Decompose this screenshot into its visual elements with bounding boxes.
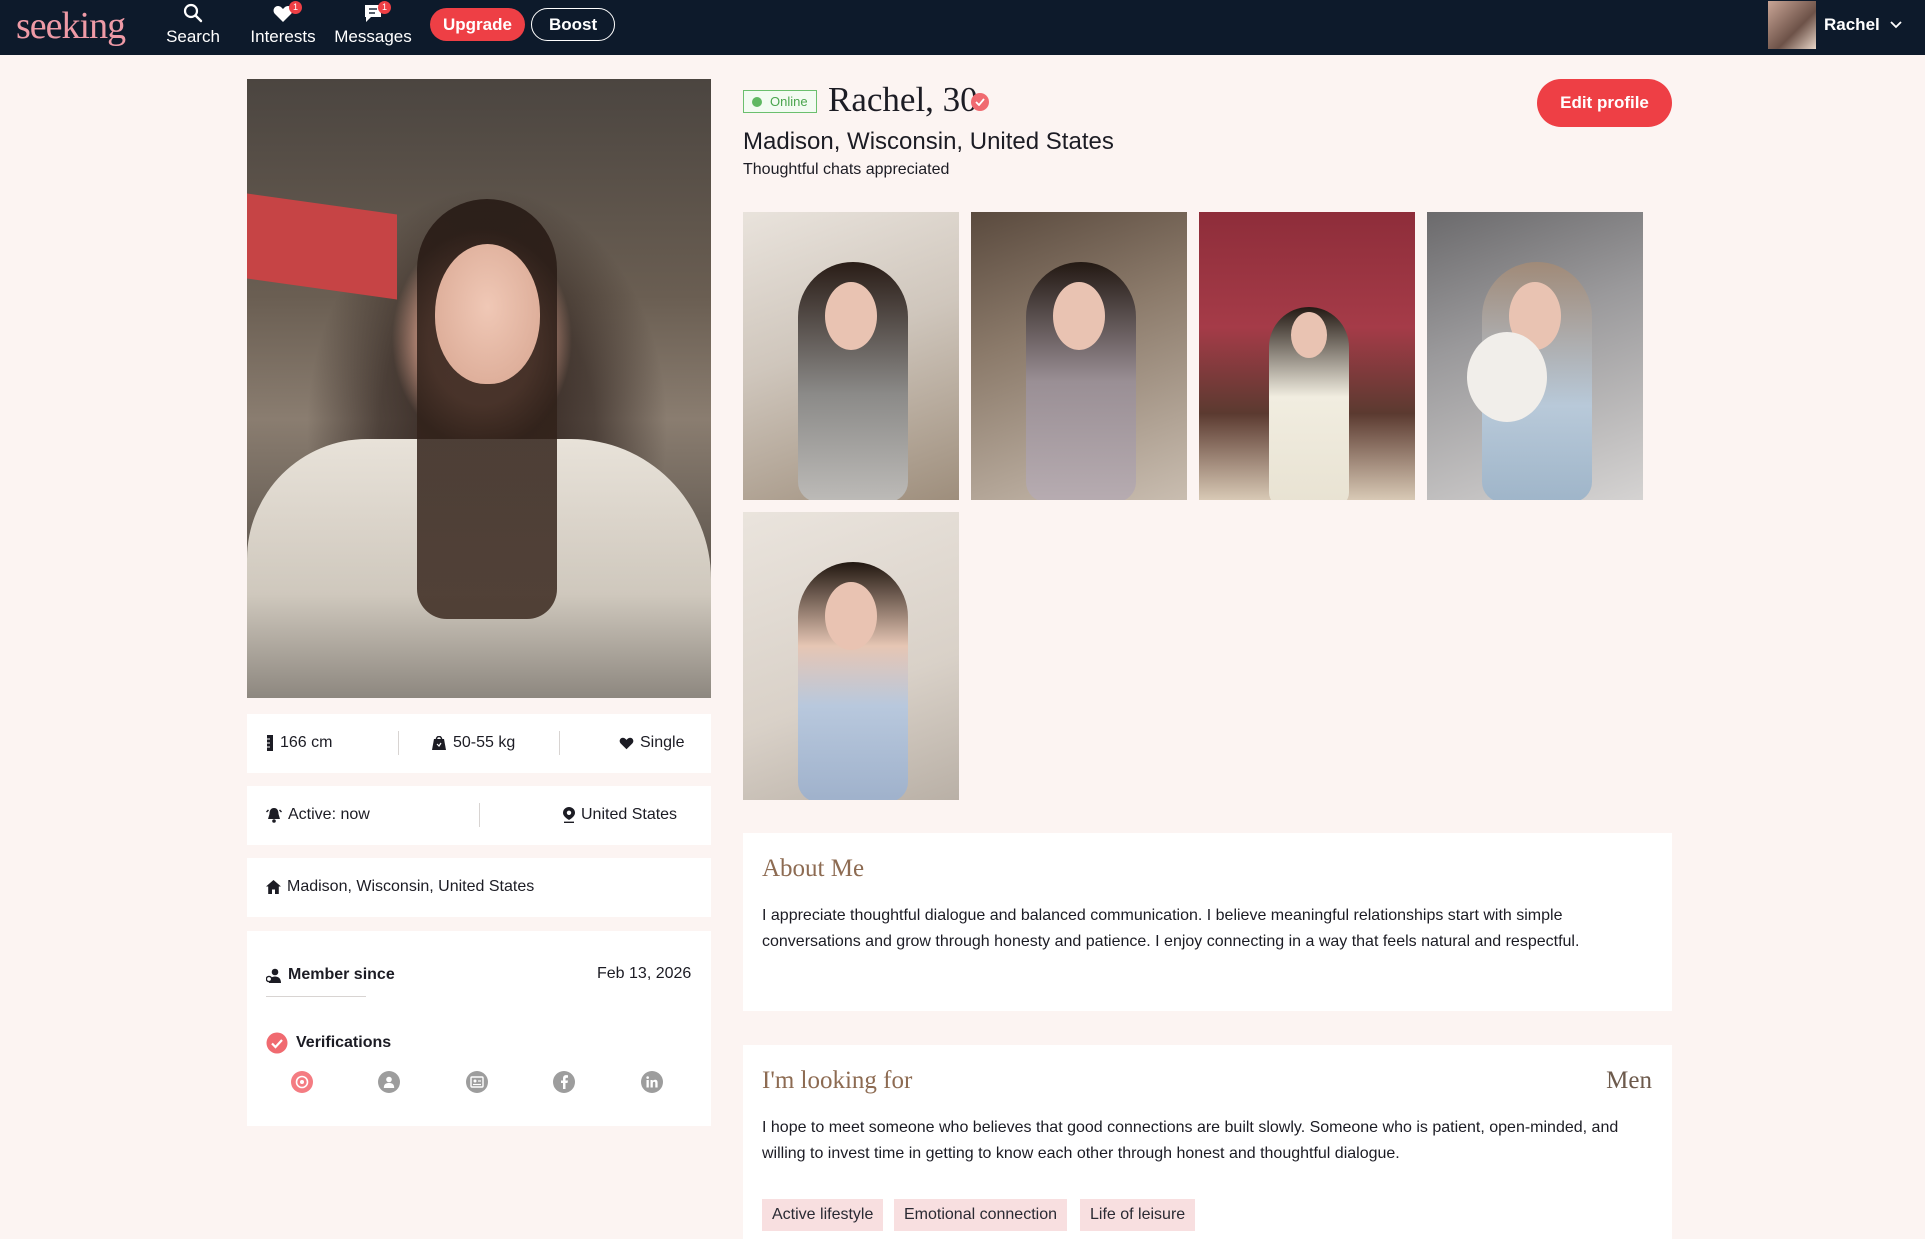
divider (559, 731, 560, 755)
member-since-row: Member since (266, 966, 395, 984)
tag-life-of-leisure[interactable]: Life of leisure (1080, 1199, 1196, 1231)
about-me-text: I appreciate thoughtful dialogue and bal… (762, 907, 1580, 950)
main-profile-photo[interactable] (247, 79, 711, 698)
membership-card: Member since Feb 13, 2026 Verifications (247, 931, 711, 1126)
about-me-title: About Me (762, 855, 865, 882)
verifications-label: Verifications (296, 1034, 392, 1051)
member-since-label: Member since (288, 966, 395, 983)
verified-badge-icon (971, 93, 989, 111)
divider (479, 803, 480, 827)
photo-face (435, 244, 540, 384)
location-pin-icon (563, 807, 575, 823)
messages-badge: 1 (378, 1, 391, 14)
id-card-icon[interactable] (466, 1071, 488, 1093)
gallery-photo-2[interactable] (971, 212, 1187, 500)
looking-for-target: Men (1606, 1067, 1652, 1094)
weight-stat: 50-55 kg (431, 734, 515, 752)
photo-face (1291, 312, 1327, 358)
height-value: 166 cm (280, 734, 333, 751)
online-label: Online (770, 94, 808, 109)
user-avatar (1768, 1, 1816, 49)
divider (398, 731, 399, 755)
tag-active-lifestyle[interactable]: Active lifestyle (762, 1199, 884, 1231)
activity-card: Active: now United States (247, 786, 711, 845)
photo-verified-icon[interactable] (291, 1071, 313, 1093)
edit-profile-button[interactable]: Edit profile (1537, 79, 1672, 127)
country-value: United States (581, 806, 678, 823)
boost-button[interactable]: Boost (531, 8, 616, 41)
heart-icon (619, 737, 634, 749)
looking-for-text: I hope to meet someone who believes that… (762, 1119, 1619, 1162)
nav-search-label: Search (166, 27, 220, 46)
home-value: Madison, Wisconsin, United States (287, 878, 535, 895)
gallery-photo-1[interactable] (743, 212, 959, 500)
weight-icon (432, 736, 446, 750)
verifications-row: Verifications (266, 1032, 391, 1054)
nav-messages[interactable]: Messages 1 (334, 0, 412, 55)
bell-icon (266, 808, 282, 823)
nav-search[interactable]: Search (166, 0, 220, 55)
member-icon (266, 968, 281, 983)
home-location-card: Madison, Wisconsin, United States (247, 858, 711, 917)
interests-badge: 1 (289, 1, 302, 14)
chevron-down-icon (1890, 21, 1902, 29)
facebook-icon[interactable] (553, 1071, 575, 1093)
photo-dog (1467, 332, 1547, 422)
profile-icon[interactable] (378, 1071, 400, 1093)
photo-face (825, 282, 877, 350)
gallery-photo-5[interactable] (743, 512, 959, 800)
tag-emotional-connection[interactable]: Emotional connection (894, 1199, 1067, 1231)
relationship-value: Single (640, 734, 685, 751)
linkedin-icon[interactable] (641, 1071, 663, 1093)
photo-face (1053, 282, 1105, 350)
photo-face (825, 582, 877, 650)
profile-tagline: Thoughtful chats appreciated (743, 161, 950, 178)
top-nav: seeking Search Interests 1 Messages 1 Up… (0, 0, 1925, 55)
nav-interests[interactable]: Interests 1 (249, 0, 317, 55)
about-me-section: About Me I appreciate thoughtful dialogu… (743, 833, 1672, 1011)
gallery-photo-4[interactable] (1427, 212, 1643, 500)
active-value: Active: now (288, 806, 370, 823)
online-status-badge: Online (743, 90, 817, 113)
home-icon (266, 880, 281, 894)
looking-for-section: I'm looking for Men I hope to meet someo… (743, 1045, 1672, 1239)
nav-interests-label: Interests (250, 27, 316, 46)
seeking-logo[interactable]: seeking (16, 4, 126, 48)
profile-location: Madison, Wisconsin, United States (743, 128, 1114, 155)
home-stat: Madison, Wisconsin, United States (266, 878, 534, 896)
user-menu[interactable]: Rachel (1768, 0, 1902, 50)
profile-name-age: Rachel, 30 (828, 80, 978, 119)
underline-divider (266, 996, 366, 997)
ruler-icon (267, 735, 273, 751)
stats-card-body: 166 cm 50-55 kg Single (247, 714, 711, 773)
gallery-photo-3[interactable] (1199, 212, 1415, 500)
weight-value: 50-55 kg (453, 734, 516, 751)
looking-for-title: I'm looking for (762, 1067, 913, 1094)
member-since-value: Feb 13, 2026 (597, 965, 692, 982)
relationship-stat: Single (619, 734, 684, 752)
active-stat: Active: now (266, 806, 370, 824)
photo-background-sign (247, 193, 397, 300)
verified-check-icon (266, 1032, 288, 1054)
upgrade-button[interactable]: Upgrade (430, 8, 525, 41)
search-icon (183, 3, 203, 23)
online-dot-icon (752, 96, 762, 107)
country-stat: United States (563, 806, 677, 824)
nav-messages-label: Messages (334, 27, 412, 46)
height-stat: 166 cm (266, 734, 332, 752)
user-name: Rachel (1824, 15, 1880, 34)
